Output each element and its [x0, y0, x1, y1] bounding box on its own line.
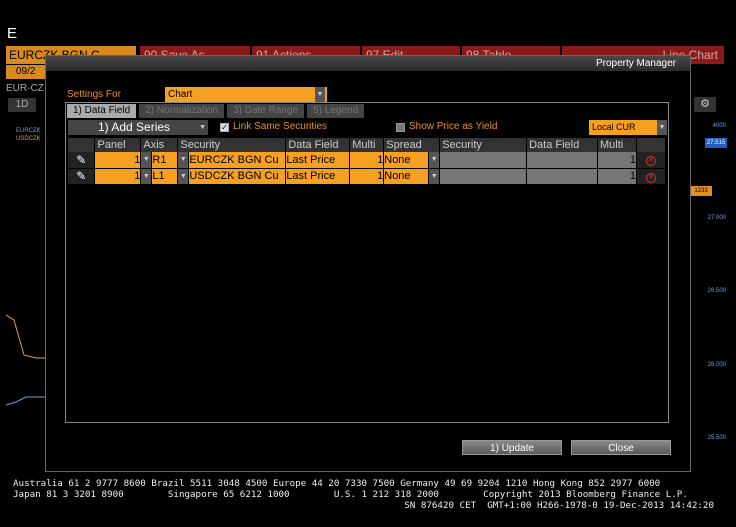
right-axis: 4000 27.000 26.500 26.000 25.500 — [690, 115, 736, 460]
delete-row-button[interactable]: ✕ — [636, 152, 667, 169]
eurczk-line — [5, 396, 46, 406]
column-header: Multi — [597, 138, 637, 152]
chart-lines-left — [5, 314, 46, 406]
multi2-cell[interactable]: 1 — [597, 152, 637, 169]
chevron-down-icon[interactable]: ▼ — [177, 168, 190, 185]
delete-row-button[interactable]: ✕ — [636, 168, 667, 185]
table-row: ✎ 1 ▼ L1 ▼ USDCZK BGN Cu Last Price 1 No… — [68, 168, 667, 185]
show-price-yield-label: Show Price as Yield — [409, 121, 498, 132]
data-field-cell[interactable]: Last Price — [285, 168, 351, 185]
axis-highlight-blue: 27.515 — [705, 138, 727, 148]
left-chart-area — [5, 115, 46, 460]
link-same-label: Link Same Securities — [233, 121, 327, 132]
data-field-cell[interactable]: Last Price — [285, 152, 351, 169]
usdczk-line — [5, 314, 46, 359]
spread-cell[interactable]: None — [383, 168, 430, 185]
chevron-down-icon[interactable]: ▼ — [177, 152, 190, 169]
footer-line-3: SN 876420 CET GMT+1:00 H266-1978-0 19-De… — [404, 500, 714, 511]
multi2-cell[interactable]: 1 — [597, 168, 637, 185]
column-header: Security — [439, 138, 528, 152]
property-manager-dialog: Property Manager Settings For Chart ▼ 1)… — [45, 55, 691, 472]
pencil-icon[interactable]: ✎ — [68, 168, 96, 185]
security-cell[interactable]: EURCZK BGN Cu — [188, 152, 287, 169]
period-1d-button[interactable]: 1D — [8, 98, 36, 112]
multi-cell[interactable]: 1 — [349, 152, 385, 169]
footer: Australia 61 2 9777 8600 Brazil 5511 304… — [0, 478, 736, 511]
legend-eurczk: EURCZK — [16, 128, 41, 134]
data-field2-cell[interactable] — [526, 168, 598, 185]
show-price-yield-checkbox[interactable] — [396, 123, 405, 132]
axis-tick: 26.500 — [707, 288, 726, 294]
settings-for-select[interactable]: Chart — [165, 87, 327, 102]
axis-cell[interactable]: L1 — [151, 168, 179, 185]
chevron-down-icon[interactable]: ▼ — [428, 168, 441, 185]
tab-normalization[interactable]: 2) Normalization — [139, 104, 225, 118]
column-header: Panel — [94, 138, 142, 152]
gear-icon[interactable]: ⚙ — [694, 97, 716, 112]
data-field2-cell[interactable] — [526, 152, 598, 169]
chevron-down-icon[interactable]: ▼ — [315, 87, 325, 102]
link-same-checkbox[interactable]: ✓ — [220, 123, 229, 132]
settings-panel: 1) Data Field 2) Normalization 3) Date R… — [65, 102, 669, 423]
table-row: ✎ 1 ▼ R1 ▼ EURCZK BGN Cu Last Price 1 No… — [68, 152, 667, 169]
legend-usdczk: USDCZK — [16, 136, 41, 142]
chevron-down-icon[interactable]: ▼ — [428, 152, 441, 169]
top-letter: E — [7, 25, 18, 42]
column-header: Multi — [349, 138, 385, 152]
close-circle-icon: ✕ — [645, 172, 656, 183]
add-series-button[interactable]: 1) Add Series ▼ — [68, 120, 208, 135]
column-header-delete — [636, 138, 667, 152]
column-header-edit — [68, 138, 96, 152]
chevron-down-icon[interactable]: ▼ — [140, 168, 153, 185]
axis-cell[interactable]: R1 — [151, 152, 179, 169]
spread-cell[interactable]: None — [383, 152, 430, 169]
instrument-label: EUR-CZ — [6, 83, 44, 94]
footer-line-2: Japan 81 3 3201 8900 Singapore 65 6212 1… — [13, 489, 688, 500]
column-header: Data Field — [285, 138, 351, 152]
security2-cell[interactable] — [439, 152, 528, 169]
dialog-title: Property Manager — [46, 56, 690, 71]
multi-cell[interactable]: 1 — [349, 168, 385, 185]
pencil-icon[interactable]: ✎ — [68, 152, 96, 169]
security2-cell[interactable] — [439, 168, 528, 185]
currency-select[interactable]: Local CUR — [589, 120, 657, 135]
tab-data-field[interactable]: 1) Data Field — [67, 104, 137, 118]
date-field[interactable]: 09/2 — [6, 65, 46, 79]
axis-tick: 25.500 — [707, 435, 726, 441]
table-header-row: Panel Axis Security Data Field Multi Spr… — [68, 138, 667, 152]
axis-highlight-orange: 1233 — [690, 186, 712, 196]
close-circle-icon: ✕ — [645, 156, 656, 167]
security-cell[interactable]: USDCZK BGN Cu — [188, 168, 287, 185]
panel-cell[interactable]: 1 — [94, 168, 142, 185]
update-button[interactable]: 1) Update — [462, 440, 562, 455]
column-header: Axis — [140, 138, 179, 152]
series-table: Panel Axis Security Data Field Multi Spr… — [68, 138, 667, 185]
column-header: Data Field — [526, 138, 598, 152]
panel-cell[interactable]: 1 — [94, 152, 142, 169]
close-button[interactable]: Close — [571, 440, 671, 455]
axis-tick: 27.000 — [707, 215, 726, 221]
chevron-down-icon[interactable]: ▼ — [657, 120, 667, 135]
chevron-down-icon[interactable]: ▼ — [140, 152, 153, 169]
column-header: Spread — [383, 138, 441, 152]
tab-bar: 1) Data Field 2) Normalization 3) Date R… — [67, 104, 367, 118]
chevron-down-icon: ▼ — [199, 124, 206, 131]
axis-tick: 4000 — [712, 123, 726, 129]
series-toolbar: 1) Add Series ▼ ✓ Link Same Securities S… — [68, 120, 667, 136]
footer-line-1: Australia 61 2 9777 8600 Brazil 5511 304… — [13, 478, 661, 489]
tab-date-range[interactable]: 3) Date Range — [227, 104, 305, 118]
column-header: Security — [177, 138, 287, 152]
settings-for-label: Settings For — [67, 89, 121, 100]
tab-legend[interactable]: 5) Legend — [307, 104, 365, 118]
add-series-label: 1) Add Series — [98, 120, 171, 134]
axis-tick: 26.000 — [707, 362, 726, 368]
